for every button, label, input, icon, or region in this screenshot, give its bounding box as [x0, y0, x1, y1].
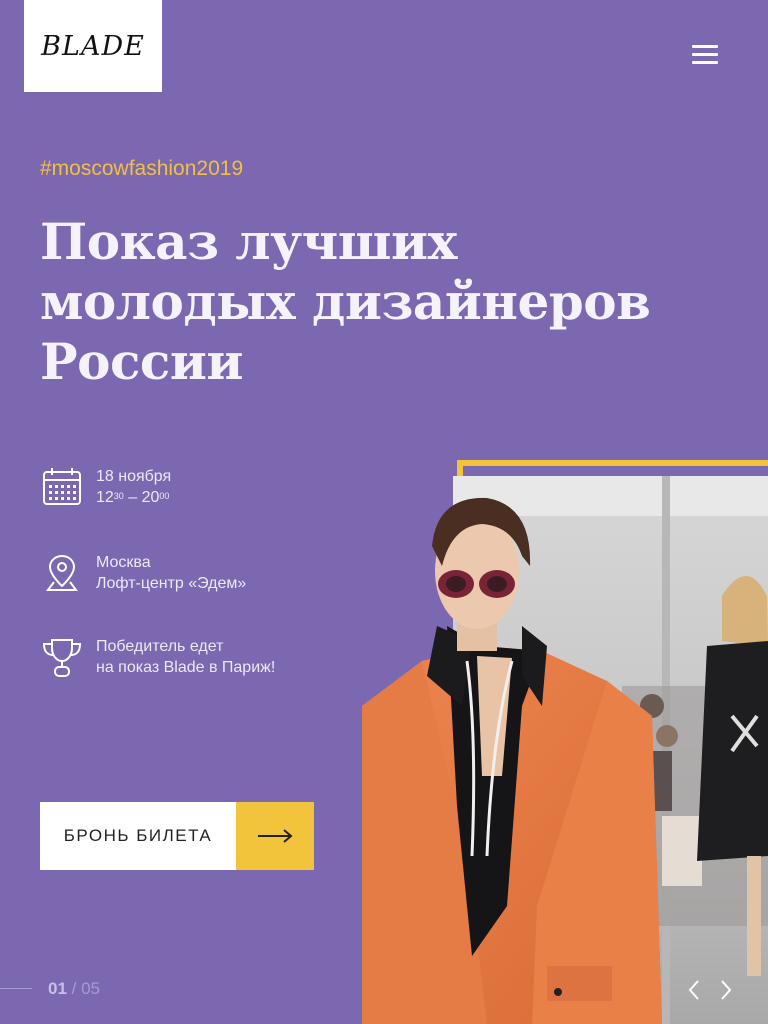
- event-date-text: 18 ноября 1230 – 2000: [96, 466, 171, 508]
- book-ticket-button[interactable]: БРОНЬ БИЛЕТА: [40, 802, 314, 870]
- book-ticket-label: БРОНЬ БИЛЕТА: [40, 802, 236, 870]
- hashtag: #moscowfashion2019: [40, 157, 244, 180]
- arrow-right-icon: [236, 802, 314, 870]
- chevron-right-icon: [721, 980, 732, 1000]
- hero-photo: [362, 476, 768, 1024]
- logo-text: BLADE: [41, 30, 145, 62]
- slide-pager: 01 / 05: [48, 979, 101, 998]
- event-date: 18 ноября 1230 – 2000: [40, 466, 171, 508]
- runway-model-image: [362, 476, 768, 1024]
- logo[interactable]: BLADE: [24, 0, 162, 92]
- menu-icon[interactable]: [688, 42, 724, 68]
- time-range: 1230 – 2000: [96, 489, 170, 506]
- pager-current: 01: [48, 979, 67, 998]
- prev-slide-button[interactable]: [684, 976, 706, 1004]
- calendar-icon: [40, 466, 84, 506]
- page-title: Показ лучших молодых дизайнеров России: [40, 212, 651, 391]
- pager-total: 05: [81, 979, 101, 998]
- pager-line: [0, 988, 32, 989]
- date-label: 18 ноября: [96, 468, 172, 485]
- map-pin-icon: [40, 552, 84, 592]
- page: BLADE #moscowfashion2019 Показ лучших мо…: [0, 0, 768, 1024]
- event-place-text: Москва Лофт-центр «Эдем»: [96, 554, 247, 592]
- chevron-left-icon: [688, 980, 699, 1000]
- event-prize: Победитель едет на показ Blade в Париж!: [40, 636, 275, 678]
- event-prize-text: Победитель едет на показ Blade в Париж!: [96, 638, 276, 676]
- event-place: Москва Лофт-центр «Эдем»: [40, 552, 246, 594]
- next-slide-button[interactable]: [714, 976, 736, 1004]
- trophy-icon: [40, 636, 84, 677]
